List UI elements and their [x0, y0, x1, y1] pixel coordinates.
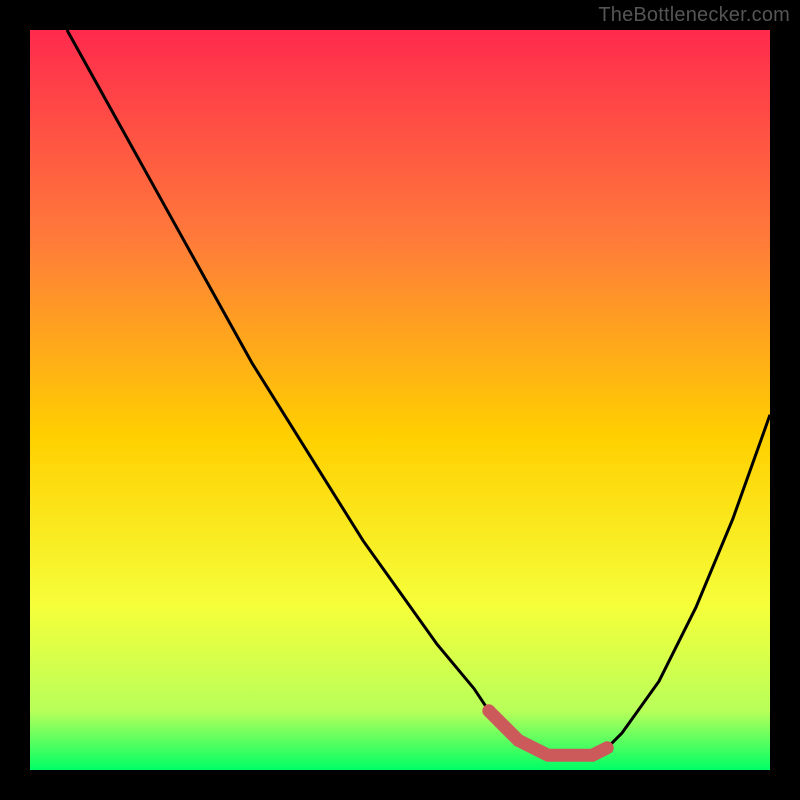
bottleneck-curve	[30, 30, 770, 770]
chart-frame: TheBottlenecker.com	[0, 0, 800, 800]
curve-line	[67, 30, 770, 755]
source-attribution: TheBottlenecker.com	[598, 4, 790, 27]
plot-area	[30, 30, 770, 770]
optimal-region-marker	[489, 711, 607, 755]
